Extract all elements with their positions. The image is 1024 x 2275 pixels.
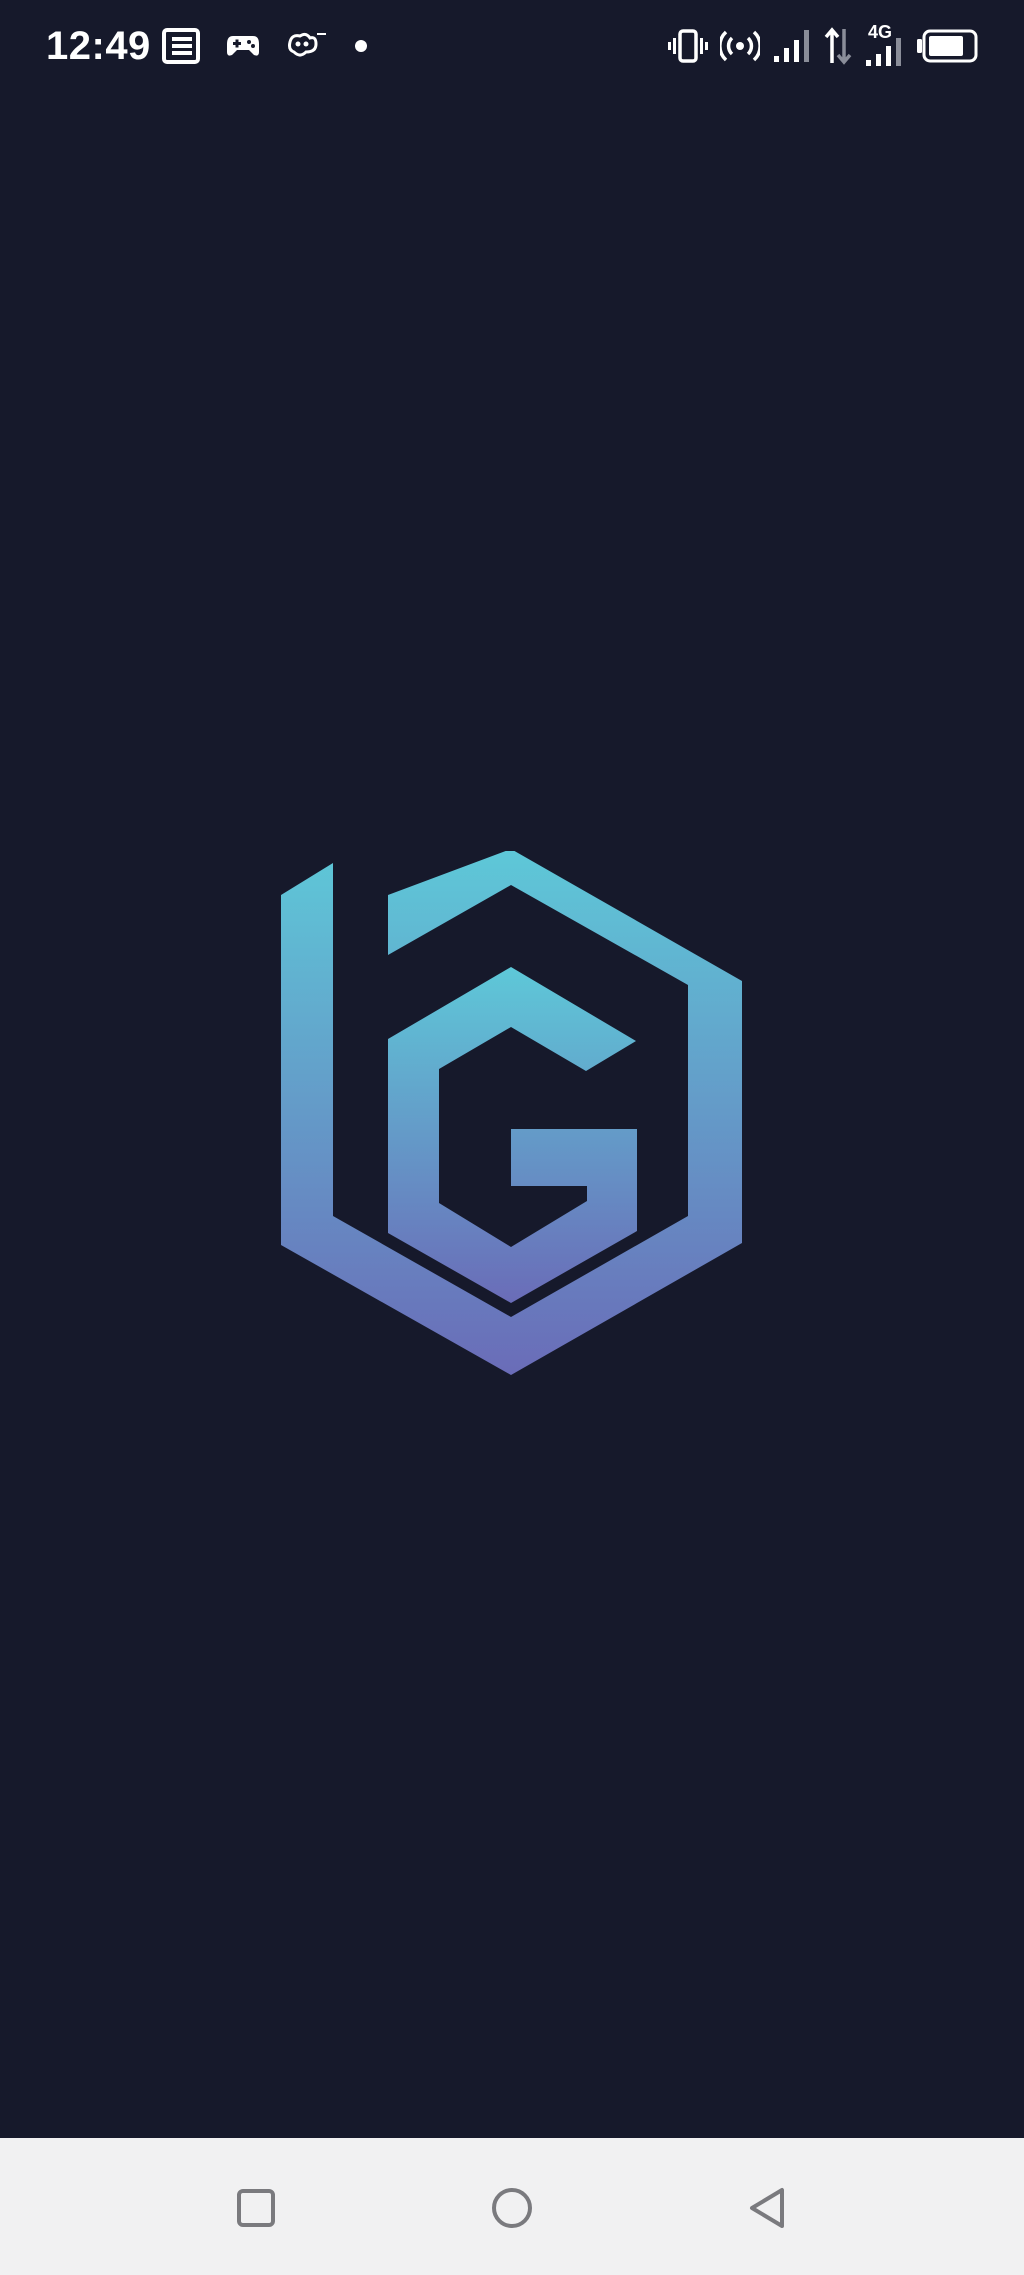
carrier-app-icon bbox=[286, 30, 328, 62]
notification-dot-icon bbox=[354, 39, 368, 53]
status-time: 12:49 bbox=[46, 24, 151, 68]
logo-inner-g-shape bbox=[388, 967, 637, 1303]
recents-icon bbox=[237, 2189, 275, 2227]
back-icon bbox=[750, 2188, 784, 2228]
signal-4g-icon: 4G bbox=[864, 22, 904, 68]
battery-icon bbox=[916, 29, 978, 63]
status-left-icons bbox=[162, 24, 368, 68]
news-icon bbox=[162, 28, 200, 64]
navigation-bar bbox=[0, 2138, 1024, 2275]
back-button[interactable] bbox=[728, 2168, 808, 2248]
gamepad-icon bbox=[226, 34, 260, 58]
recents-button[interactable] bbox=[216, 2168, 296, 2248]
hotspot-icon bbox=[720, 28, 760, 64]
vibrate-icon bbox=[668, 28, 708, 64]
data-arrows-icon bbox=[824, 27, 852, 65]
bg-hexagon-logo-icon bbox=[281, 851, 742, 1375]
home-button[interactable] bbox=[472, 2168, 552, 2248]
signal-icon bbox=[772, 28, 812, 64]
home-icon bbox=[492, 2188, 532, 2228]
status-bar: 12:49 4G bbox=[0, 0, 1024, 96]
splash-screen: 12:49 4G bbox=[0, 0, 1024, 2275]
status-right-icons: 4G bbox=[668, 22, 978, 68]
